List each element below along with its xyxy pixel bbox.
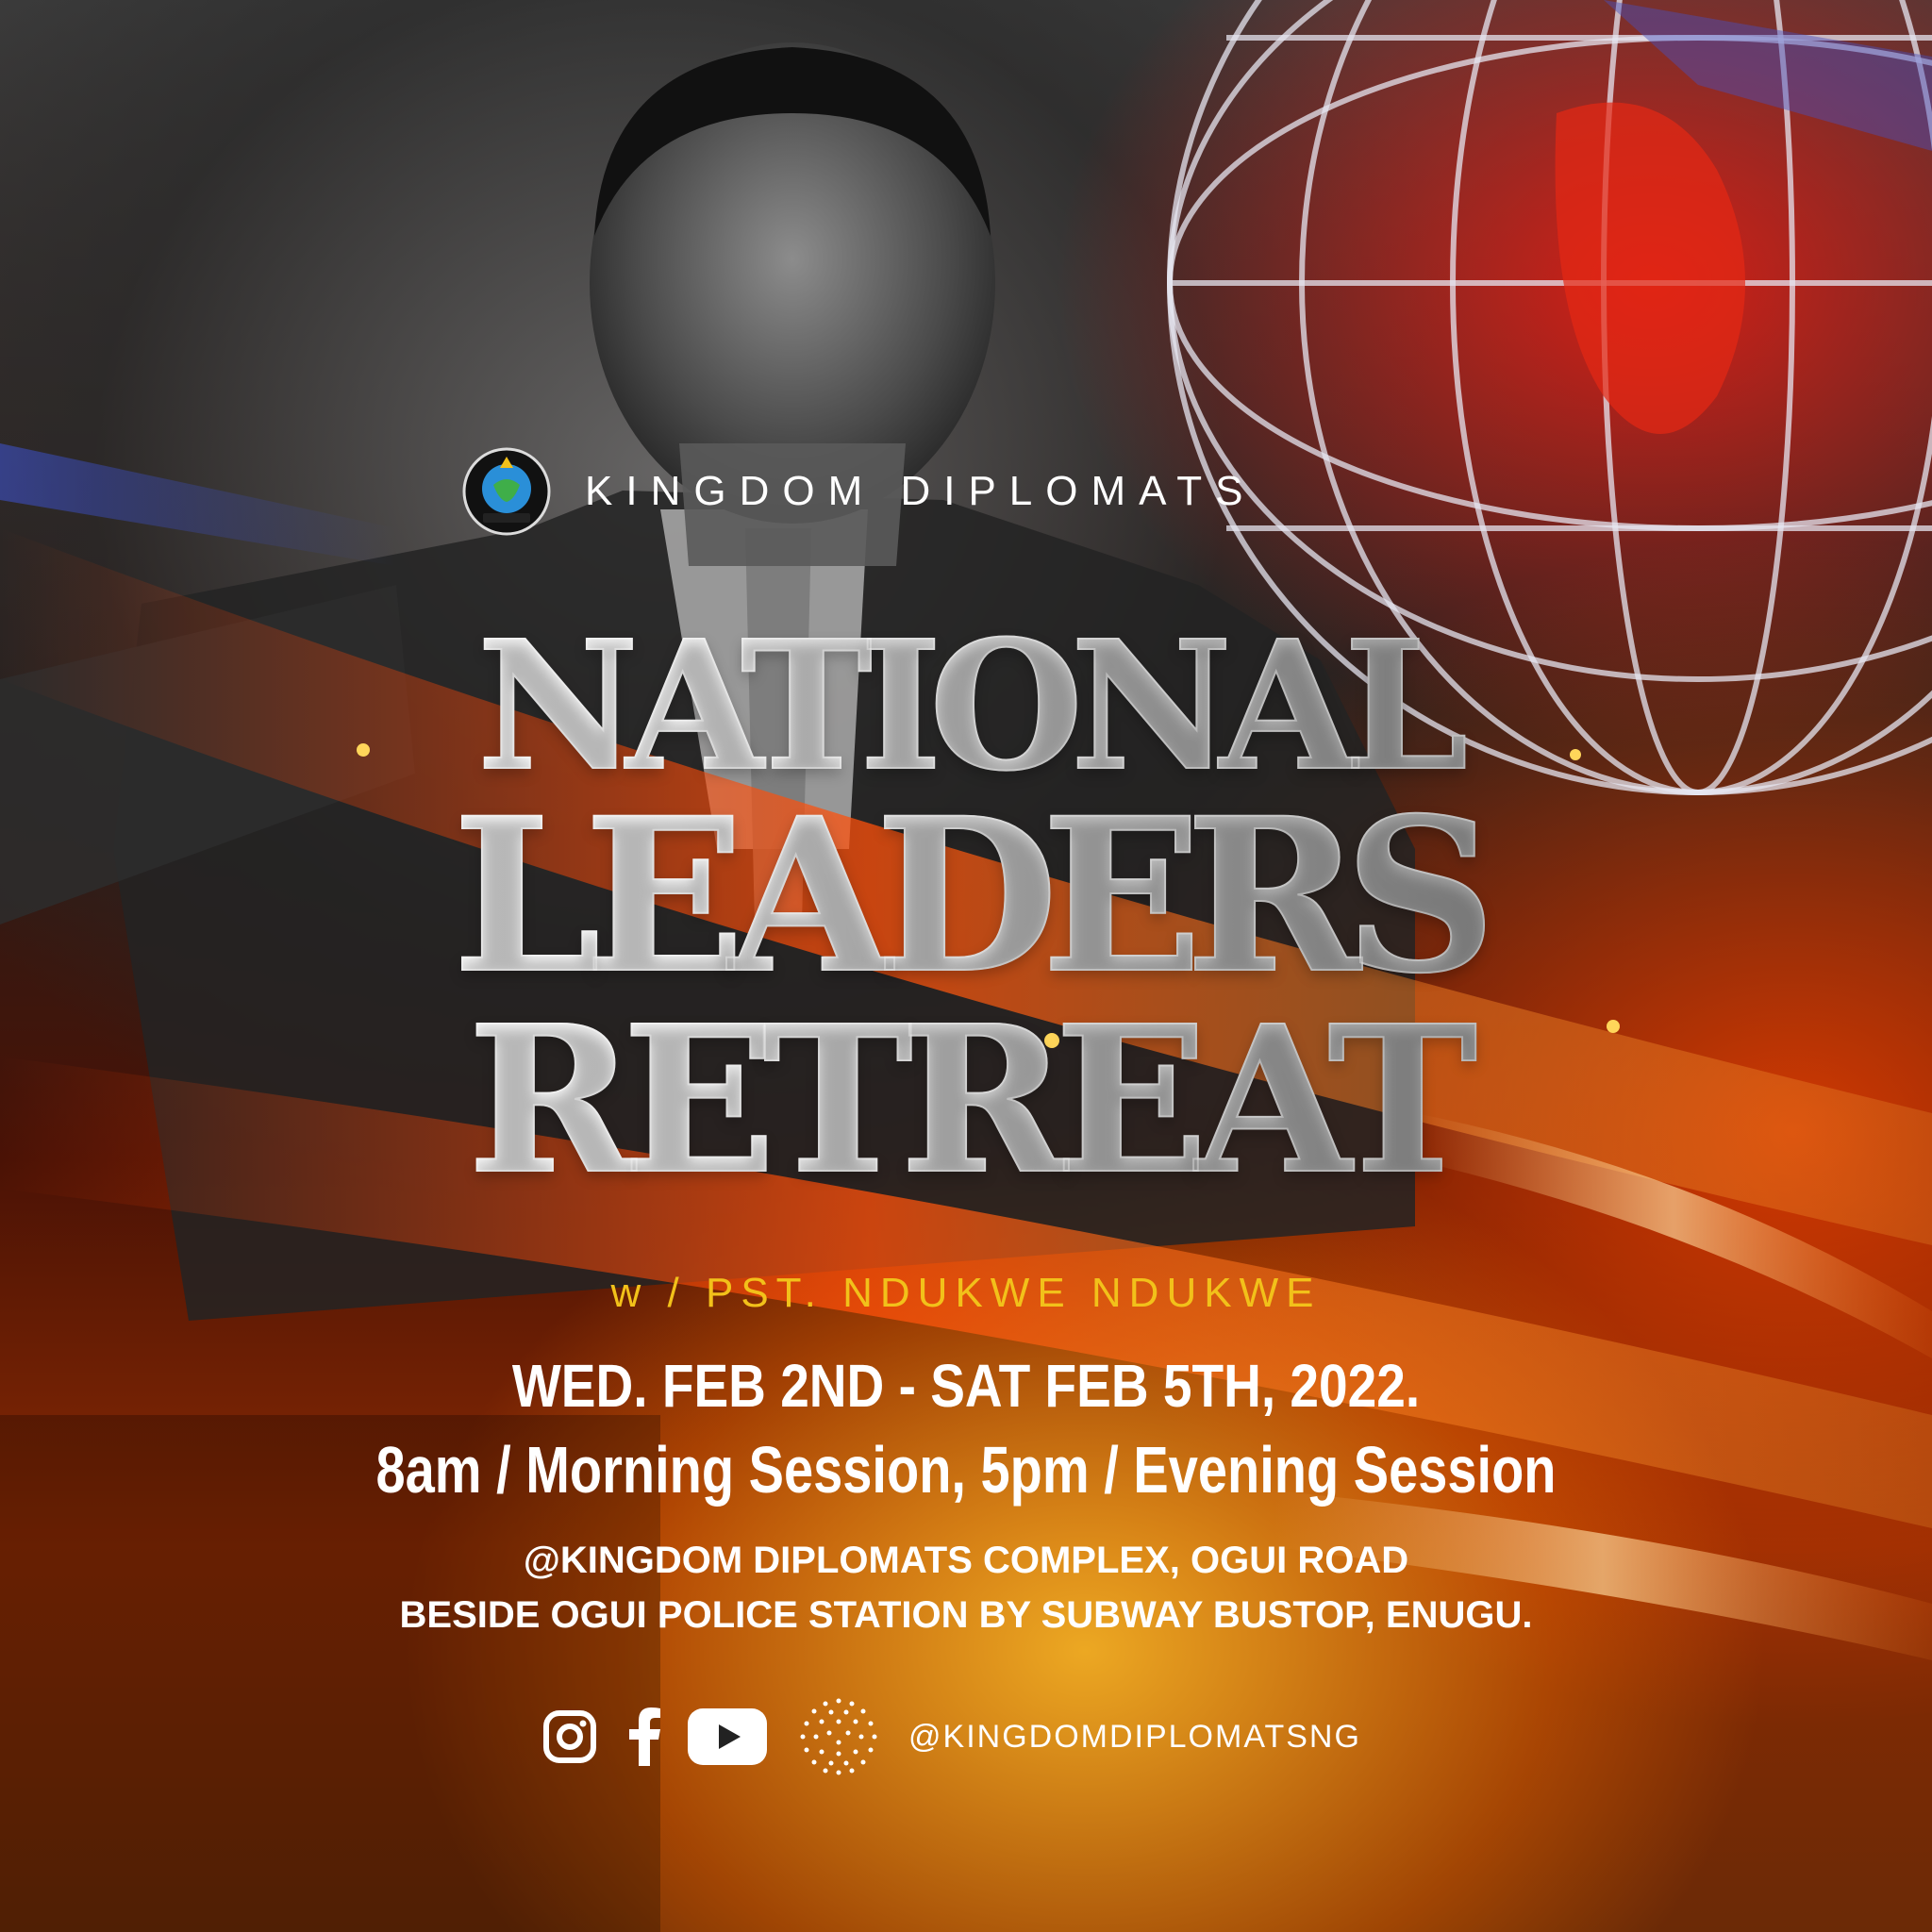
globe-continent — [1555, 102, 1745, 435]
social-handle[interactable]: @KINGDOMDIPLOMATSNG — [908, 1719, 1361, 1756]
kingdom-diplomats-seal-icon — [462, 447, 551, 536]
youtube-icon[interactable] — [688, 1708, 767, 1765]
brand-name: KINGDOM DIPLOMATS — [585, 468, 1257, 514]
event-sessions: 8am / Morning Session, 5pm / Evening Ses… — [375, 1433, 1557, 1507]
event-poster: KINGDOM DIPLOMATS NATIONAL LEADERS RETRE… — [0, 0, 1932, 1932]
title-line-1: NATIONAL — [0, 617, 1932, 796]
title-line-2: LEADERS — [0, 790, 1932, 1003]
event-dates: WED. FEB 2ND - SAT FEB 5TH, 2022. — [511, 1352, 1421, 1420]
host-line: w / PST. NDUKWE NDUKWE — [610, 1270, 1322, 1316]
venue-line-1: @KINGDOM DIPLOMATS COMPLEX, OGUI ROAD — [523, 1540, 1409, 1581]
dotted-globe-icon[interactable] — [797, 1695, 880, 1778]
light-streak-blue — [0, 443, 396, 566]
social-row: @KINGDOMDIPLOMATSNG — [542, 1694, 1361, 1779]
facebook-icon[interactable] — [625, 1707, 663, 1766]
instagram-icon[interactable] — [542, 1709, 597, 1764]
title-line-3: RETREAT — [0, 999, 1932, 1203]
venue-line-2: BESIDE OGUI POLICE STATION BY SUBWAY BUS… — [399, 1594, 1533, 1636]
brand-header: KINGDOM DIPLOMATS — [462, 447, 1256, 536]
